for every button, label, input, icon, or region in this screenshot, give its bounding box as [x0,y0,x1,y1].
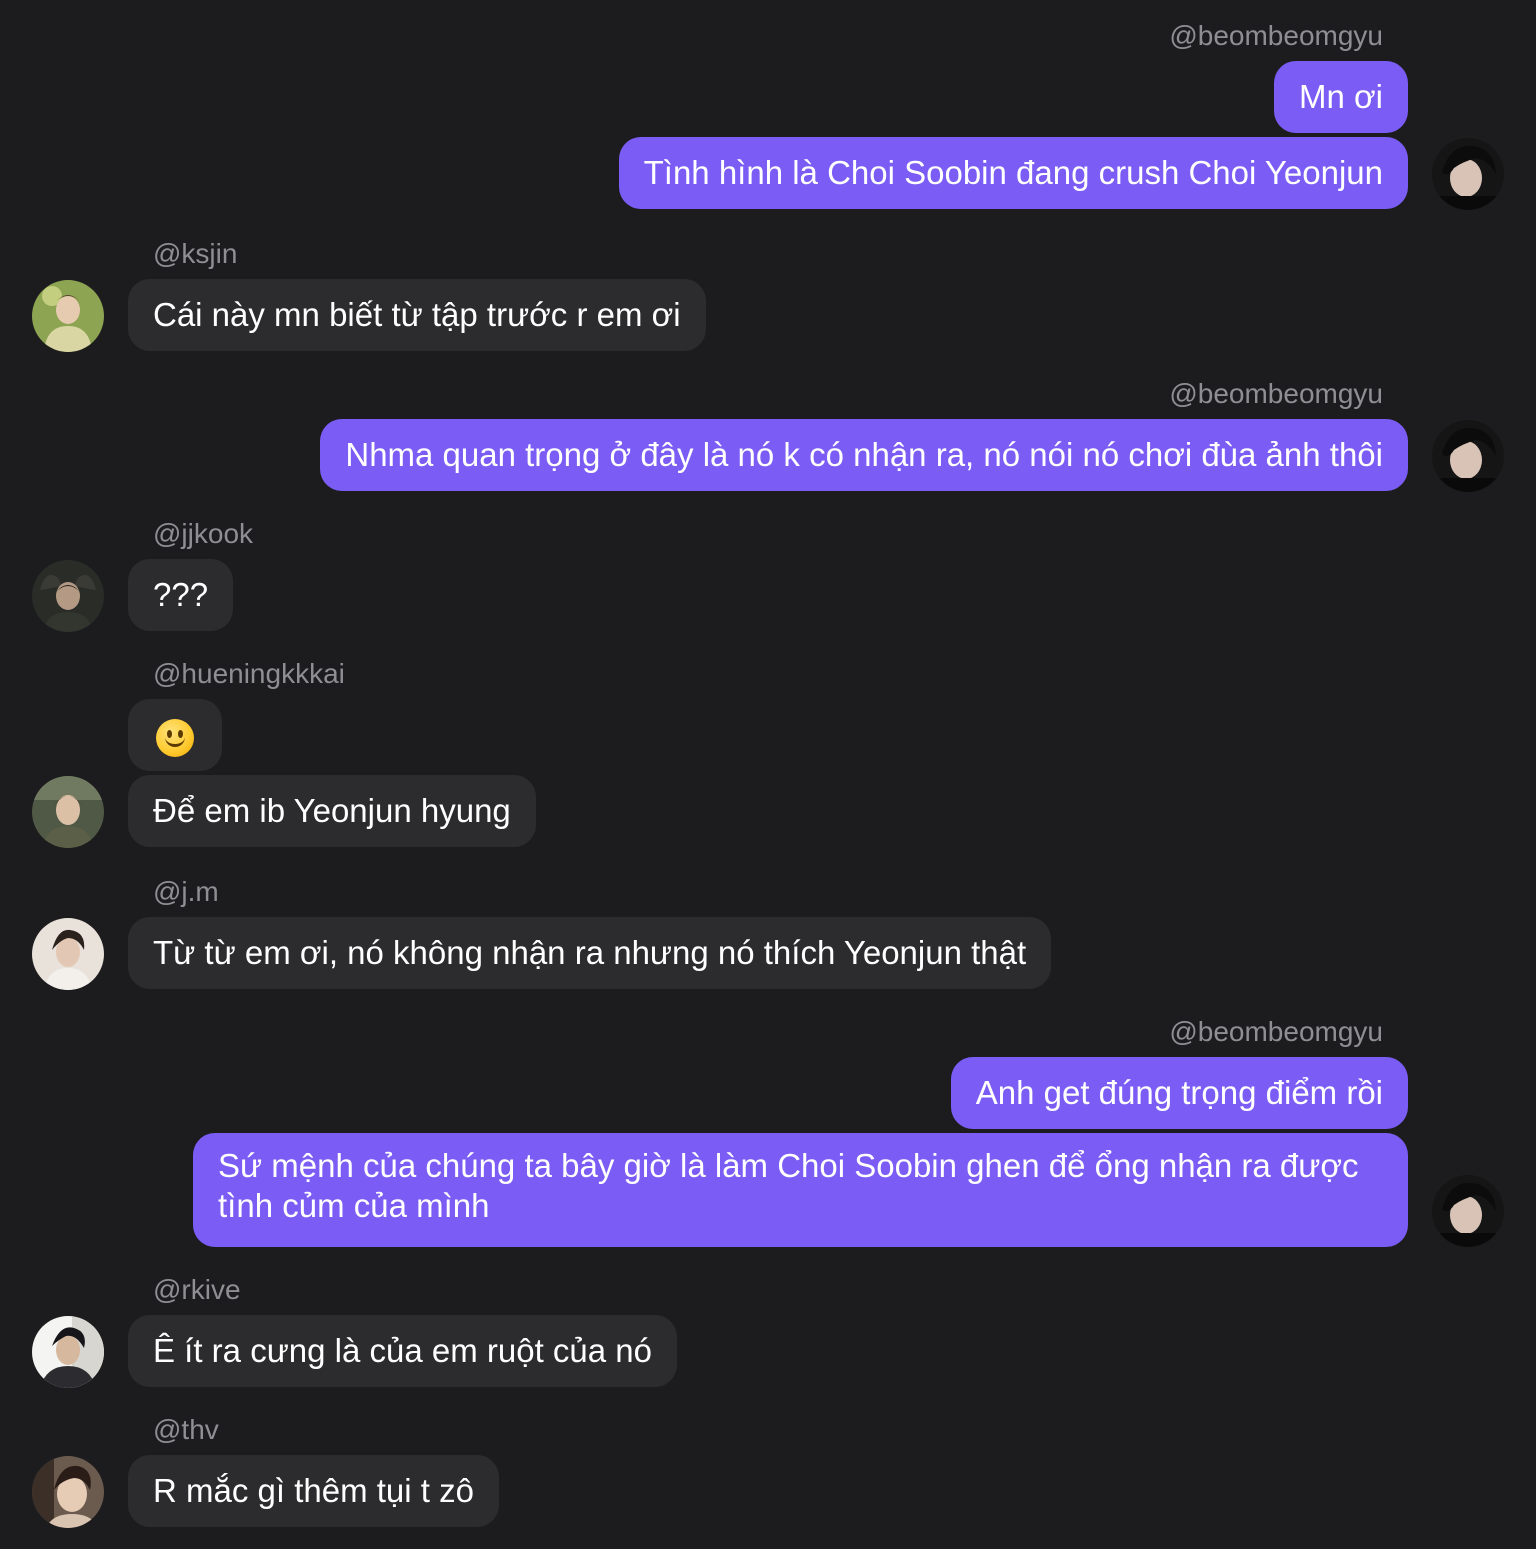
avatar-hueningkkkai[interactable] [32,776,104,848]
username-label: @beombeomgyu [1169,20,1383,51]
username-label: @hueningkkkai [153,658,345,689]
message-bubble-outgoing[interactable]: Nhma quan trọng ở đây là nó k có nhận ra… [320,419,1408,491]
avatar-beombeomgyu[interactable] [1432,138,1504,210]
message-bubble-outgoing[interactable]: Sứ mệnh của chúng ta bây giờ là làm Choi… [193,1133,1408,1247]
avatar-thv[interactable] [32,1456,104,1528]
username-label: @thv [153,1414,219,1445]
username-label: @j.m [153,876,219,907]
username-label: @jjkook [153,518,254,549]
message-bubble-incoming[interactable]: ??? [128,559,234,631]
message-bubble-outgoing[interactable]: Tình hình là Choi Soobin đang crush Choi… [618,137,1408,209]
username-label: @beombeomgyu [1169,378,1383,409]
message-bubble-outgoing[interactable]: Anh get đúng trọng điểm rồi [950,1057,1408,1129]
avatar-ksjin[interactable] [32,280,104,352]
message-bubble-outgoing[interactable]: Mn ơi [1274,61,1408,133]
username-label: @beombeomgyu [1169,1016,1383,1047]
avatar-rkive[interactable] [32,1316,104,1388]
message-bubble-incoming[interactable]: Ê ít ra cưng là của em ruột của nó [128,1315,678,1387]
message-bubble-incoming[interactable]: Cái này mn biết từ tập trước r em ơi [128,279,706,351]
message-bubble-incoming[interactable]: Từ từ em ơi, nó không nhận ra nhưng nó t… [128,917,1052,989]
username-label: @ksjin [153,238,238,269]
slightly-smiling-face-icon [156,719,194,758]
avatar-beombeomgyu[interactable] [1432,1175,1504,1247]
message-bubble-incoming[interactable]: Để em ib Yeonjun hyung [128,775,536,847]
message-bubble-incoming[interactable]: R mắc gì thêm tụi t zô [128,1455,499,1527]
avatar-j-m[interactable] [32,918,104,990]
avatar-jjkook[interactable] [32,560,104,632]
username-label: @rkive [153,1274,241,1305]
avatar-beombeomgyu[interactable] [1432,420,1504,492]
message-bubble-emoji[interactable] [128,699,222,771]
